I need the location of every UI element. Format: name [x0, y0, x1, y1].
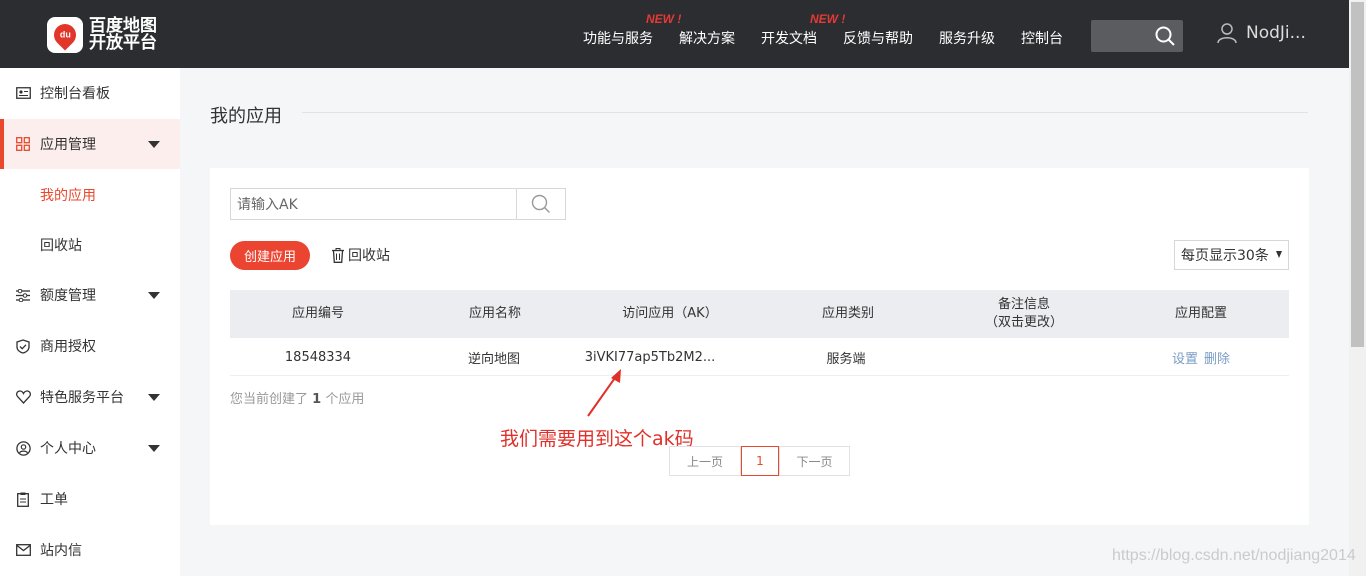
sidebar-subitem-my-apps[interactable]: 我的应用 — [40, 185, 96, 205]
sidebar-item-label: 商用授权 — [40, 339, 96, 355]
sidebar: 控制台看板 应用管理 我的应用 回收站 额度管理 商用授权 特色服务平台 个人中… — [0, 68, 180, 576]
map-pin-icon: du — [49, 19, 81, 51]
dropdown-arrow-icon — [1276, 251, 1282, 258]
sidebar-item-app-management[interactable]: 应用管理 — [0, 119, 180, 169]
nav-new-badge: NEW ! — [810, 12, 846, 26]
search-icon — [1155, 26, 1175, 46]
summary-prefix: 您当前创建了 — [230, 392, 309, 407]
sliders-icon — [15, 287, 31, 303]
cell-app-config: 设置 删除 — [1172, 338, 1230, 376]
column-header-app-type: 应用类别 — [821, 306, 875, 321]
sidebar-item-label: 特色服务平台 — [40, 390, 124, 406]
sidebar-item-personal-center[interactable]: 个人中心 — [0, 423, 180, 473]
summary-suffix: 个应用 — [325, 392, 365, 407]
heart-icon — [15, 389, 31, 405]
shield-check-icon — [15, 338, 31, 354]
sidebar-item-label: 站内信 — [40, 543, 82, 559]
sidebar-item-tickets[interactable]: 工单 — [0, 474, 180, 524]
column-header-ak: 访问应用（AK） — [622, 306, 718, 321]
sidebar-item-label: 控制台看板 — [40, 86, 110, 102]
delete-link[interactable]: 删除 — [1204, 348, 1230, 367]
chevron-down-icon — [148, 393, 160, 401]
create-app-button[interactable]: 创建应用 — [230, 241, 310, 270]
user-circle-icon — [15, 440, 31, 456]
annotation-text: 我们需要用到这个ak码 — [500, 428, 694, 450]
sidebar-item-messages[interactable]: 站内信 — [0, 525, 180, 575]
scrollbar-thumb[interactable] — [1351, 2, 1364, 347]
nav-solutions[interactable]: 解决方案 — [679, 28, 735, 48]
chevron-down-icon — [148, 291, 160, 299]
chevron-down-icon — [148, 444, 160, 452]
nav-feedback[interactable]: 反馈与帮助 — [843, 28, 913, 48]
sidebar-item-dashboard[interactable]: 控制台看板 — [0, 68, 180, 118]
column-header-app-name: 应用名称 — [468, 306, 522, 321]
settings-link[interactable]: 设置 — [1172, 348, 1198, 367]
sidebar-subitem-recycle-bin[interactable]: 回收站 — [40, 235, 82, 255]
watermark: https://blog.csdn.net/nodjiang2014 — [1112, 547, 1356, 564]
header-search-button[interactable] — [1091, 20, 1183, 52]
logo[interactable]: du 百度地图 开放平台 — [47, 15, 162, 55]
table-header: 应用编号 应用名称 访问应用（AK） 应用类别 备注信息 （双击更改） 应用配置 — [230, 290, 1289, 338]
page-title: 我的应用 — [210, 106, 282, 127]
top-navigation-bar: du 百度地图 开放平台 功能与服务 NEW ! 解决方案 开发文档 NEW !… — [0, 0, 1366, 68]
pager-next-button[interactable]: 下一页 — [779, 446, 850, 476]
logo-text: 百度地图 开放平台 — [89, 18, 157, 52]
nav-features[interactable]: 功能与服务 — [583, 28, 653, 48]
sidebar-item-featured-services[interactable]: 特色服务平台 — [0, 372, 180, 422]
sidebar-item-label: 个人中心 — [40, 441, 96, 457]
nav-docs[interactable]: 开发文档 — [761, 28, 817, 48]
summary-count: 1 — [312, 392, 322, 407]
id-card-icon — [15, 85, 31, 101]
recycle-bin-button[interactable]: 回收站 — [332, 245, 390, 265]
logo-line-2: 开放平台 — [89, 33, 157, 53]
pager-prev-button[interactable]: 上一页 — [669, 446, 741, 476]
user-menu[interactable]: NodJi... — [1216, 22, 1306, 44]
ak-search-button[interactable] — [516, 188, 566, 220]
per-page-value: 每页显示30条 — [1181, 248, 1269, 264]
cell-app-type: 服务端 — [826, 351, 866, 367]
mail-icon — [15, 542, 31, 558]
recycle-bin-label: 回收站 — [348, 248, 390, 264]
trash-icon — [332, 247, 344, 263]
grid-icon — [15, 136, 31, 152]
per-page-select[interactable]: 每页显示30条 — [1174, 240, 1289, 270]
title-divider — [302, 112, 1308, 113]
nav-console[interactable]: 控制台 — [1021, 28, 1063, 48]
user-icon — [1217, 23, 1237, 44]
logo-mark: du — [47, 17, 83, 53]
nav-upgrade[interactable]: 服务升级 — [939, 28, 995, 48]
sidebar-item-label: 额度管理 — [40, 288, 96, 304]
sidebar-item-label: 工单 — [40, 492, 68, 508]
logo-badge: du — [59, 30, 71, 40]
column-header-app-id: 应用编号 — [291, 306, 345, 321]
column-header-note: 备注信息 （双击更改） — [984, 297, 1064, 330]
table-row: 18548334 逆向地图 3iVKI77ap5Tb2M2... 服务端 设置 … — [230, 338, 1289, 376]
cell-app-id: 18548334 — [284, 349, 352, 365]
app-count-summary: 您当前创建了 1 个应用 — [230, 388, 364, 407]
sidebar-item-commercial-license[interactable]: 商用授权 — [0, 321, 180, 371]
search-icon — [531, 194, 550, 213]
annotation-arrow-icon — [587, 369, 621, 417]
clipboard-icon — [15, 491, 31, 507]
column-header-app-config: 应用配置 — [1174, 306, 1228, 321]
username: NodJi... — [1246, 23, 1306, 43]
nav-new-badge: NEW ! — [646, 12, 682, 26]
ak-search-input[interactable]: 请输入AK — [230, 188, 517, 220]
sidebar-item-quota[interactable]: 额度管理 — [0, 270, 180, 320]
sidebar-item-label: 应用管理 — [40, 137, 96, 153]
cell-app-name: 逆向地图 — [467, 351, 521, 367]
pager-current-page[interactable]: 1 — [741, 446, 779, 476]
chevron-down-icon — [148, 140, 160, 148]
